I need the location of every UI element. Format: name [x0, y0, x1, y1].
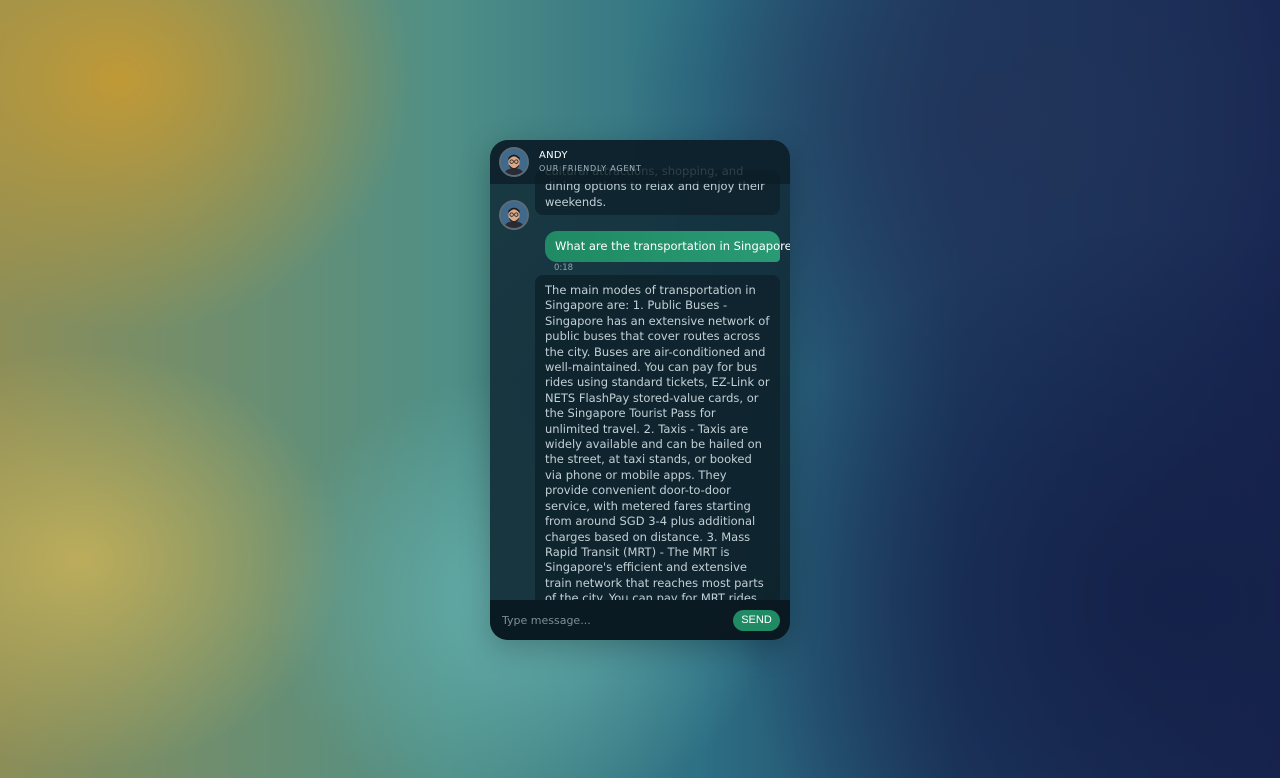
- message-composer: SEND: [490, 600, 790, 640]
- chat-header: ANDY OUR FRIENDLY AGENT: [490, 140, 790, 184]
- send-button[interactable]: SEND: [733, 610, 780, 631]
- agent-message-bubble: The main modes of transportation in Sing…: [535, 275, 780, 600]
- message-input[interactable]: [500, 608, 724, 632]
- agent-avatar-icon: [499, 147, 529, 177]
- agent-avatar-icon: [499, 200, 529, 230]
- message-list[interactable]: cultural attractions, shopping, and dini…: [490, 140, 790, 600]
- agent-name: ANDY: [539, 150, 568, 161]
- user-message-bubble: What are the transportation in Singapore…: [545, 231, 790, 262]
- chat-window: cultural attractions, shopping, and dini…: [490, 140, 790, 640]
- message-timestamp: 0:18: [554, 263, 574, 273]
- agent-role: OUR FRIENDLY AGENT: [539, 164, 642, 173]
